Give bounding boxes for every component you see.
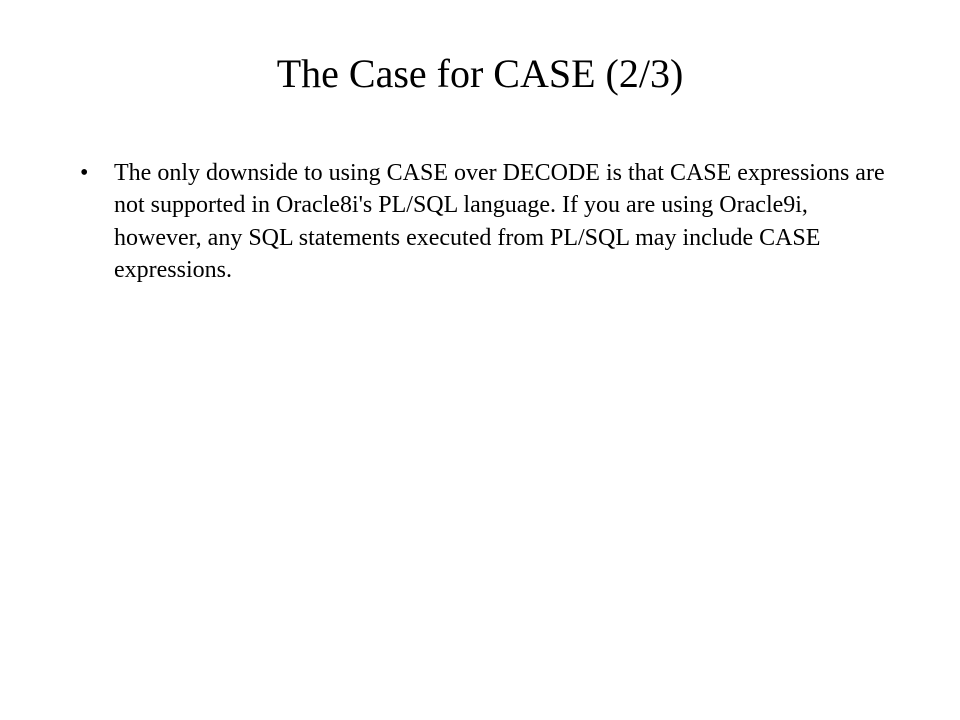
slide: The Case for CASE (2/3) The only downsid…	[0, 0, 960, 720]
list-item: The only downside to using CASE over DEC…	[80, 157, 900, 287]
bullet-list: The only downside to using CASE over DEC…	[80, 157, 900, 287]
slide-body: The only downside to using CASE over DEC…	[60, 157, 900, 287]
slide-title: The Case for CASE (2/3)	[60, 50, 900, 97]
